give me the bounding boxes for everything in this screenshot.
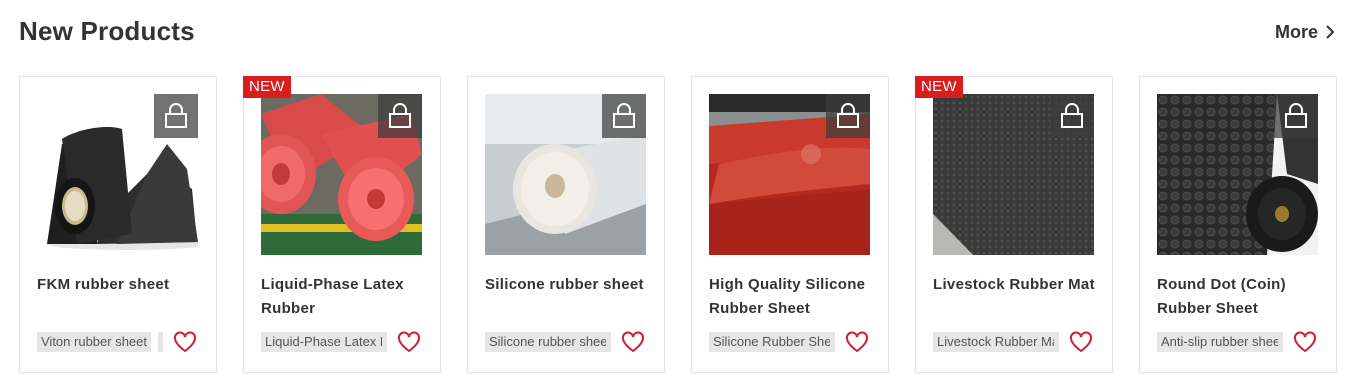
tag-separator [158,332,163,352]
heart-icon[interactable] [1069,331,1093,353]
heart-icon[interactable] [173,331,197,353]
heart-icon[interactable] [1293,331,1317,353]
heart-icon[interactable] [621,331,645,353]
product-tag[interactable]: Viton rubber sheet [37,332,151,352]
heart-icon[interactable] [845,331,869,353]
tag-separator [606,332,611,352]
tag-separator [1054,332,1059,352]
product-tag[interactable]: Anti-slip rubber shee [1157,332,1282,352]
lock-icon [154,94,198,138]
product-name[interactable]: Liquid-Phase Latex Rubber [261,273,427,321]
product-name[interactable]: FKM rubber sheet [37,273,203,297]
product-card[interactable]: Round Dot (Coin) Rubber Sheet Anti-slip … [1139,76,1337,373]
product-image-coin-rubber-rolls[interactable] [1157,94,1318,255]
section-title: New Products [19,16,195,46]
chevron-right-icon [1326,25,1335,39]
product-image-red-silicone-sheet[interactable] [709,94,870,255]
product-card[interactable]: NEW Livestock Rubber Mat Livestock Rubbe… [915,76,1113,373]
tag-separator [382,332,387,352]
new-badge: NEW [915,76,963,98]
more-label: More [1274,22,1318,42]
lock-icon [378,94,422,138]
product-name[interactable]: High Quality Silicone Rubber Sheet [709,273,875,321]
more-link[interactable]: More [1275,20,1337,44]
product-card[interactable]: FKM rubber sheet Viton rubber sheet [19,76,217,373]
lock-icon [1274,94,1318,138]
lock-icon [602,94,646,138]
tag-separator [830,332,835,352]
lock-icon [826,94,870,138]
product-grid: FKM rubber sheet Viton rubber sheet NEW [19,76,1337,373]
product-card[interactable]: Silicone rubber sheet Silicone rubber sh… [467,76,665,373]
section-header: New Products More [19,14,1337,50]
product-tag[interactable]: Silicone Rubber She [709,332,834,352]
product-image-red-latex-rolls[interactable] [261,94,422,255]
product-card[interactable]: High Quality Silicone Rubber Sheet Silic… [691,76,889,373]
heart-icon[interactable] [397,331,421,353]
product-image-grey-rubber-mat[interactable] [933,94,1094,255]
product-name[interactable]: Livestock Rubber Mat [933,273,1099,297]
tag-separator [1278,332,1283,352]
product-tag[interactable]: Livestock Rubber Ma [933,332,1058,352]
product-name[interactable]: Round Dot (Coin) Rubber Sheet [1157,273,1323,321]
product-image-black-rubber-roll[interactable] [37,94,198,255]
product-tag[interactable]: Silicone rubber shee [485,332,610,352]
product-tag[interactable]: Liquid-Phase Latex R [261,332,386,352]
product-name[interactable]: Silicone rubber sheet [485,273,651,297]
product-image-white-silicone-roll[interactable] [485,94,646,255]
product-card[interactable]: NEW Liquid-Phase Latex Rubber Liquid-Pha… [243,76,441,373]
lock-icon [1050,94,1094,138]
new-badge: NEW [243,76,291,98]
